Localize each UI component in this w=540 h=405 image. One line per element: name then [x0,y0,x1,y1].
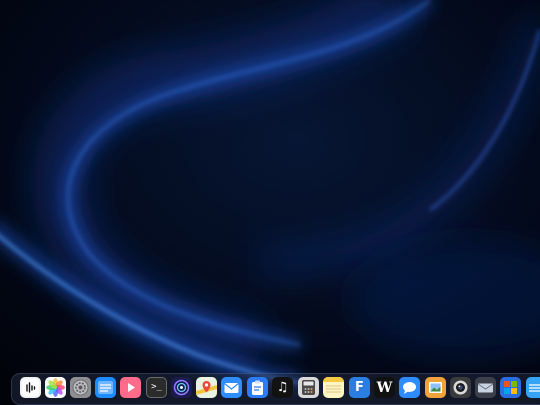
voice-memos-icon[interactable] [20,377,41,398]
wikipedia-icon[interactable]: W [374,377,395,398]
maps-icon[interactable] [196,377,217,398]
mail-envelope-icon[interactable] [475,377,496,398]
font-book-glyph: F [355,380,364,395]
video-player-icon[interactable] [120,377,141,398]
messages-icon[interactable] [399,377,420,398]
preview-icon[interactable] [425,377,446,398]
clipboard-icon[interactable] [247,377,268,398]
music-glyph: ♫ [276,380,289,395]
font-book-icon[interactable]: F [349,377,370,398]
system-settings-icon[interactable] [70,377,91,398]
wikipedia-glyph: W [376,379,393,396]
music-icon[interactable]: ♫ [272,377,293,398]
mail-icon[interactable] [221,377,242,398]
photos-icon[interactable] [45,377,66,398]
calculator-icon[interactable] [298,377,319,398]
camera-icon[interactable] [450,377,471,398]
notes-icon[interactable] [323,377,344,398]
files-icon[interactable] [95,377,116,398]
desktop: >_ ♫ F W [0,0,540,405]
windows-app-icon[interactable] [500,377,521,398]
finder-icon[interactable] [526,377,540,398]
terminal-glyph: >_ [151,382,162,392]
siri-icon[interactable] [171,377,192,398]
wallpaper [0,0,540,405]
terminal-icon[interactable]: >_ [146,377,167,398]
